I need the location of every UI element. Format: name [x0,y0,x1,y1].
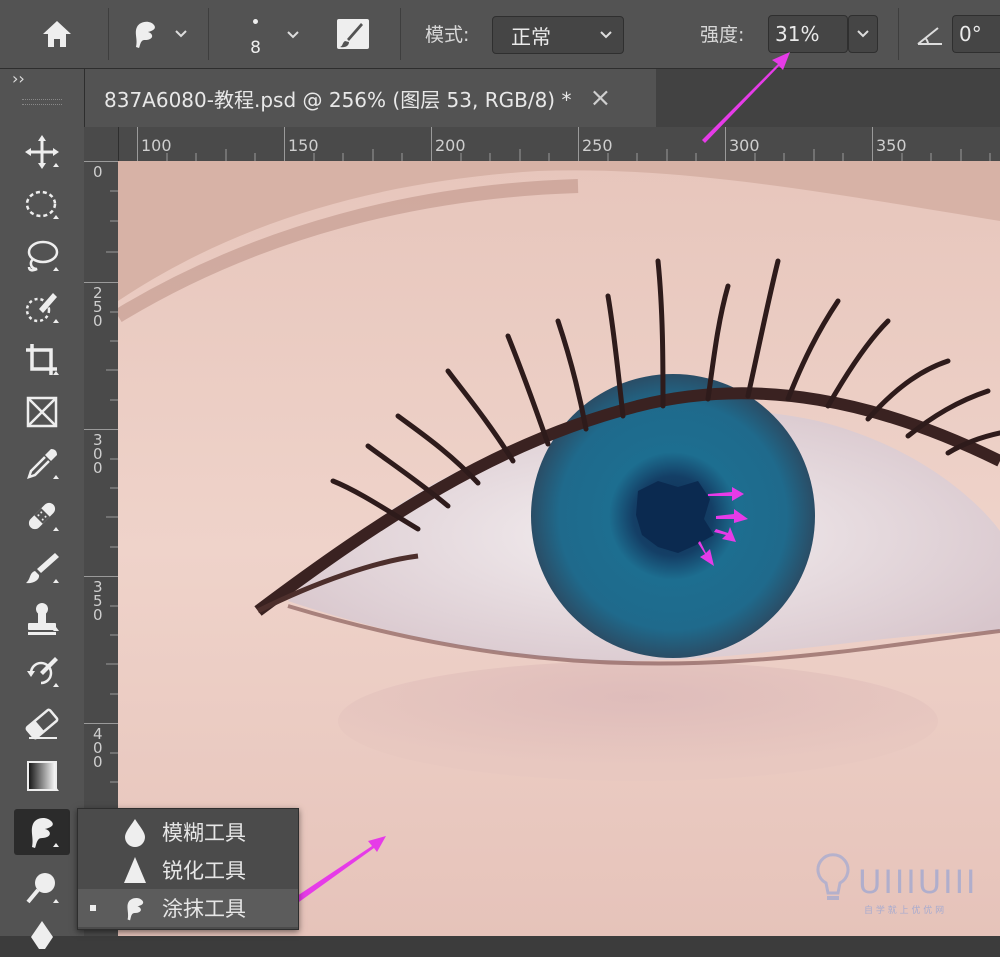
lasso-tool[interactable] [14,235,70,277]
eraser-tool[interactable] [14,703,70,745]
ruler-label: 0 [93,163,103,181]
chevron-down-icon [857,30,869,38]
ruler-corner[interactable] [84,127,119,162]
mode-label: 模式: [425,24,470,46]
brush-size-value: 8 [250,37,261,58]
brush-panel-icon [337,19,369,49]
separator [400,8,401,60]
mode-dropdown[interactable]: 正常 [492,16,624,54]
smudge-finger-icon [127,897,144,921]
separator [108,8,109,60]
flyout-item-blur[interactable]: 模糊工具 [78,813,298,851]
marquee-tool[interactable] [14,183,70,225]
elliptical-marquee-icon [25,190,59,219]
ruler-label: 300 [729,136,760,155]
smudge-finger-icon [31,818,59,848]
gradient-icon [27,761,59,791]
frame-icon [26,396,58,428]
quick-selection-tool[interactable] [14,287,70,329]
smudge-finger-icon [135,21,155,48]
flyout-item-label: 模糊工具 [162,821,246,845]
document-tab-bar: 837A6080-教程.psd @ 256% (图层 53, RGB/8) * … [0,69,1000,127]
brush-size-picker[interactable]: 8 [230,8,305,62]
ruler-label: 100 [141,136,172,155]
document-title: 837A6080-教程.psd @ 256% (图层 53, RGB/8) * [104,87,572,112]
toning-tools-flyout: 模糊工具 锐化工具 涂抹工具 [77,808,299,930]
watermark-brand: UIIIUIII [858,863,978,901]
ruler-label: 4 0 0 [93,725,103,771]
healing-brush-tool[interactable] [14,495,70,537]
document-tab[interactable]: 837A6080-教程.psd @ 256% (图层 53, RGB/8) * … [84,69,656,127]
ruler-label: 3 0 0 [93,431,103,477]
tool-preset-picker[interactable] [118,14,198,54]
pen-tool[interactable] [14,915,70,957]
ruler-label: 3 5 0 [93,578,103,624]
angle-value: 0° [959,22,982,46]
frame-tool[interactable] [14,391,70,433]
stamp-icon [28,603,59,635]
panel-grip[interactable] [22,99,62,105]
dodge-icon [26,873,59,904]
separator [208,8,209,60]
horizontal-ruler: 100 150 200 250 300 350 [84,127,1000,162]
eyedropper-tool[interactable] [14,443,70,485]
eyedropper-icon [27,449,59,479]
dodge-tool[interactable] [14,867,70,909]
chevron-down-icon [175,30,187,38]
crop-icon [26,344,59,375]
ruler-label: 250 [582,136,613,155]
pen-icon [31,921,53,949]
ruler-label: 2 5 0 [93,284,103,330]
home-icon [43,21,71,47]
lasso-icon [27,240,59,272]
ruler-label: 200 [435,136,466,155]
eraser-icon [25,708,59,740]
paintbrush-icon [26,553,59,584]
close-icon[interactable]: × [589,85,611,111]
clone-stamp-tool[interactable] [14,599,70,641]
angle-input[interactable]: 0° [952,15,1000,53]
home-button[interactable] [28,14,86,54]
quick-selection-icon [25,293,59,323]
angle-icon [917,27,942,45]
flyout-item-label: 涂抹工具 [162,897,246,921]
strength-dropdown-button[interactable] [848,15,878,53]
history-brush-icon [27,657,59,687]
panel-collapse-button[interactable]: ›› [12,69,25,88]
blur-drop-icon [125,819,145,847]
crop-tool[interactable] [14,339,70,381]
ruler-ticks [137,127,991,161]
smudge-tool-active[interactable] [14,809,70,855]
ruler-label: 350 [876,136,907,155]
brush-dot-icon [253,18,258,24]
ruler-label: 150 [288,136,319,155]
sharpen-triangle-icon [124,857,146,883]
flyout-item-sharpen[interactable]: 锐化工具 [78,851,298,889]
move-icon [25,135,59,169]
gradient-tool[interactable] [14,755,70,797]
move-tool[interactable] [14,131,70,173]
mode-value: 正常 [511,24,551,49]
active-indicator [90,905,96,911]
strength-value: 31% [775,22,820,46]
separator [898,8,899,60]
watermark-subtext: 自 学 就 上 优 优 网 [864,906,945,916]
brush-tool[interactable] [14,547,70,589]
strength-input[interactable]: 31% [768,15,848,53]
flyout-item-label: 锐化工具 [162,859,246,883]
history-brush-tool[interactable] [14,651,70,693]
bandage-icon [28,502,59,531]
brush-settings-button[interactable] [330,14,376,54]
flyout-item-smudge[interactable]: 涂抹工具 [78,889,298,927]
options-bar: 8 模式: 正常 强度: 31% 0° [0,0,1000,69]
tools-panel: ›› [0,69,85,949]
chevron-down-icon [286,31,299,39]
chevron-down-icon [600,31,612,39]
strength-label: 强度: [700,24,745,46]
